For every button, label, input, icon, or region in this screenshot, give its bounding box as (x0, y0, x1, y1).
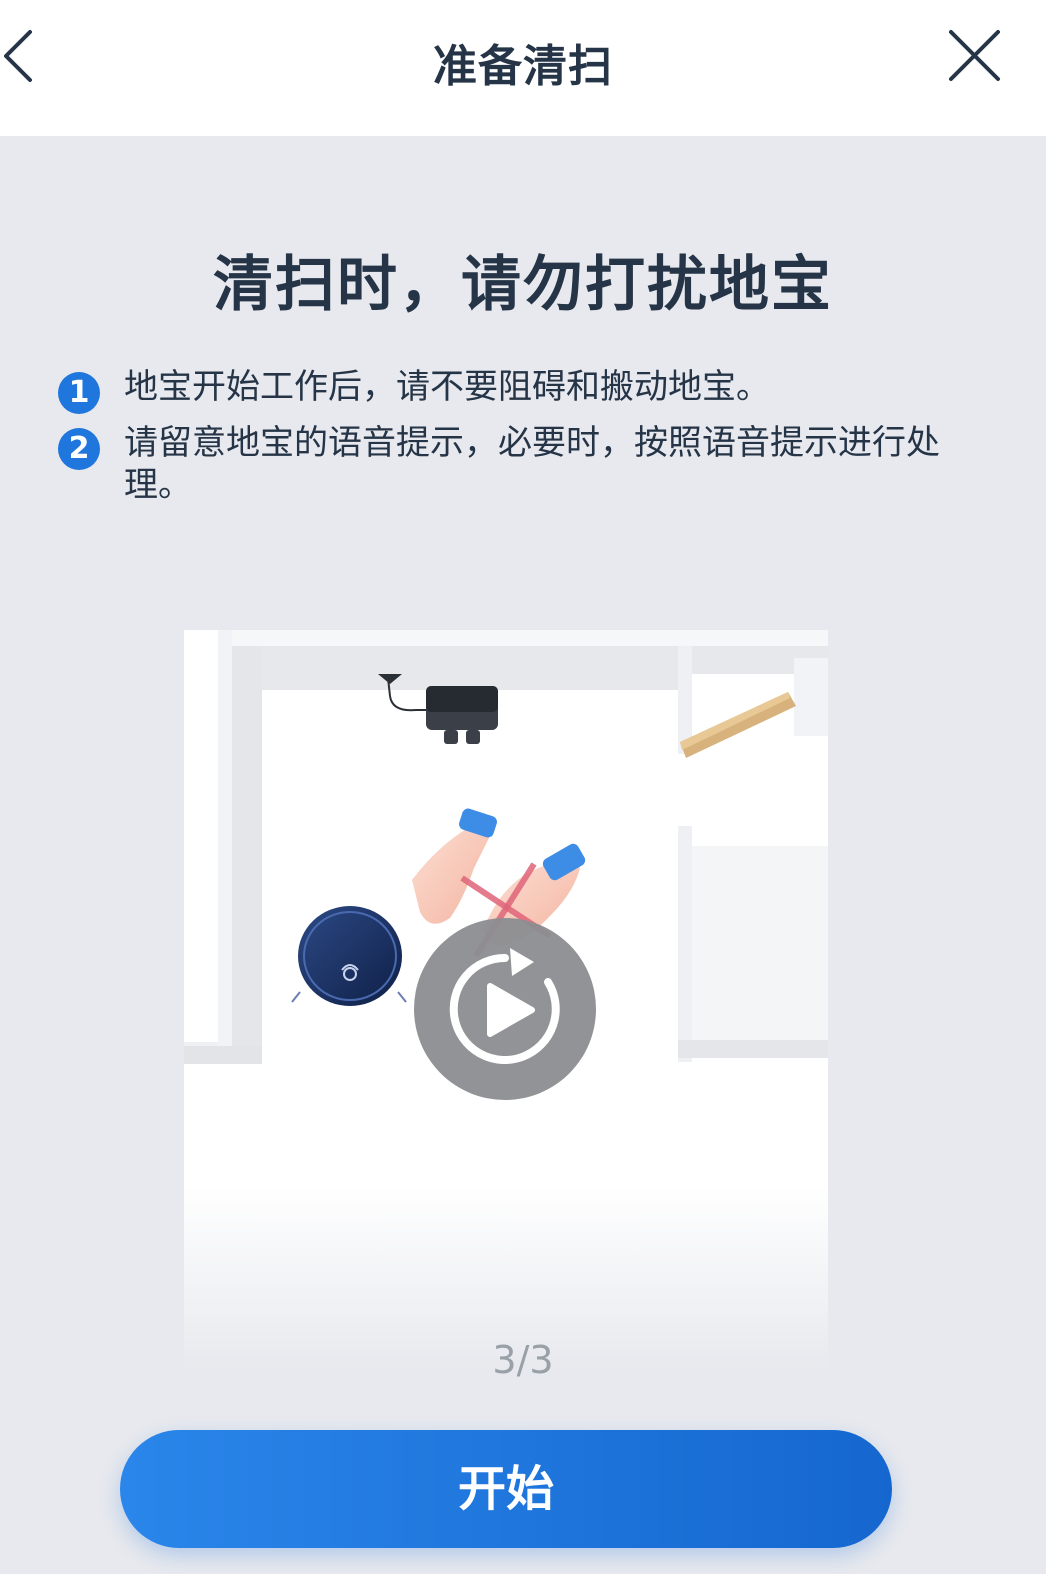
tip-item: 1 地宝开始工作后，请不要阻碍和搬动地宝。 (56, 366, 976, 414)
nav-bar: 准备清扫 (0, 0, 1046, 136)
page-indicator: 3/3 (492, 1338, 554, 1382)
tip-item: 2 请留意地宝的语音提示，必要时，按照语音提示进行处理。 (56, 422, 976, 506)
close-button[interactable] (940, 22, 1010, 92)
tip-text: 地宝开始工作后，请不要阻碍和搬动地宝。 (124, 367, 770, 407)
start-button[interactable]: 开始 (120, 1430, 892, 1548)
replay-video-button[interactable] (414, 918, 596, 1100)
page-title: 准备清扫 (433, 41, 613, 92)
replay-icon (414, 918, 596, 1100)
headline: 清扫时，请勿打扰地宝 (213, 250, 833, 320)
tips-list: 1 地宝开始工作后，请不要阻碍和搬动地宝。 2 请留意地宝的语音提示，必要时，按… (56, 366, 976, 520)
close-icon (949, 30, 1000, 81)
step-number-badge: 1 (58, 372, 100, 414)
tip-text: 请留意地宝的语音提示，必要时，按照语音提示进行处理。 (124, 423, 940, 505)
step-number-badge: 2 (58, 428, 100, 470)
